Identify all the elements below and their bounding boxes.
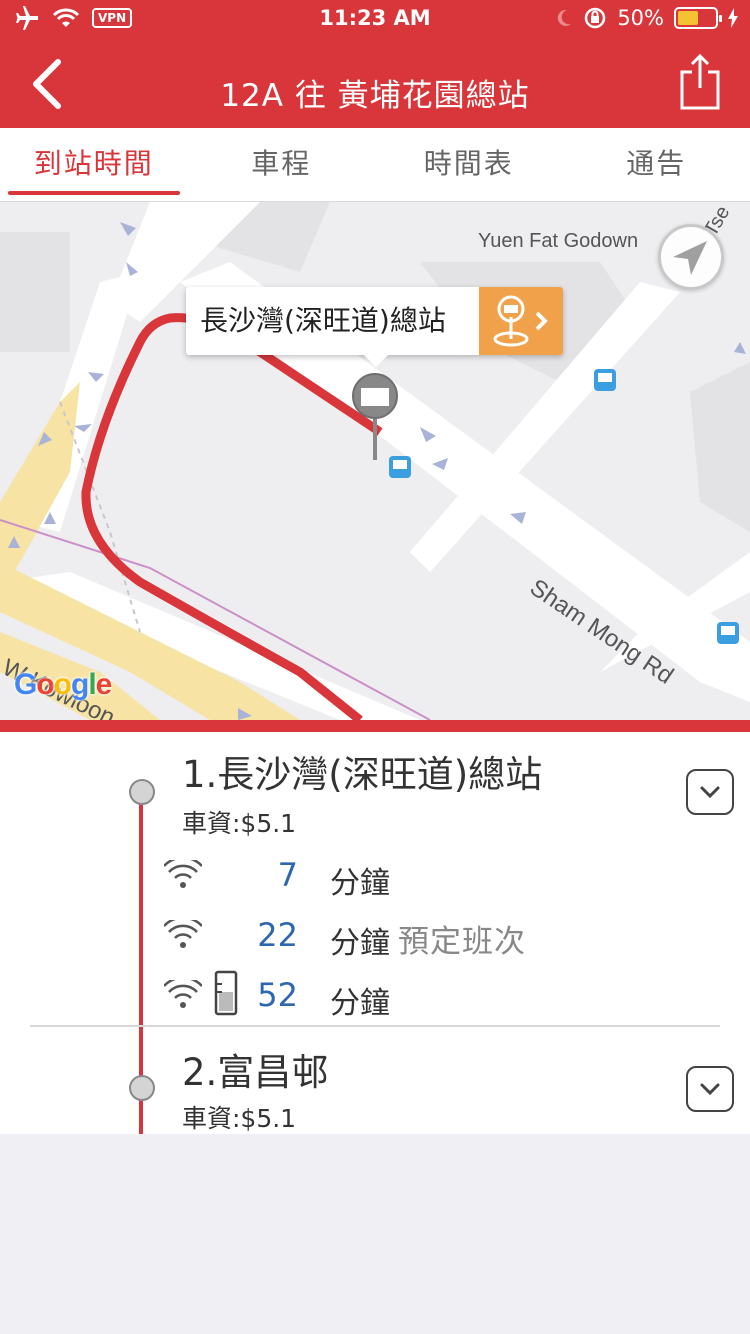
- battery-percent: 50%: [617, 6, 664, 30]
- stop-fare: 車資:$5.1: [182, 1104, 297, 1133]
- stop-marker: [129, 779, 155, 805]
- google-logo: Google: [14, 668, 112, 701]
- status-bar: VPN 11:23 AM 50%: [0, 0, 750, 40]
- compass-arrow-icon: [673, 241, 707, 275]
- moon-icon: [558, 9, 572, 26]
- map-divider: [0, 720, 750, 732]
- route-map[interactable]: Yuen Fat Godown Tse Sham Mong Rd W Kowlo…: [0, 202, 750, 720]
- expand-stop-button[interactable]: [686, 1066, 734, 1112]
- tab-bar: 到站時間 車程 時間表 通告: [0, 128, 750, 202]
- chevron-down-icon: [700, 786, 720, 799]
- eta-row: 22 分鐘 預定班次: [164, 916, 724, 961]
- stop-callout[interactable]: 長沙灣(深旺道)總站: [186, 287, 563, 367]
- battery-icon: [674, 7, 722, 29]
- eta-minutes: 52: [257, 976, 298, 1014]
- nav-bar: 12A 往 黃埔花園總站: [0, 40, 750, 128]
- stop-name[interactable]: 1.長沙灣(深旺道)總站: [182, 744, 542, 798]
- rotation-lock-icon: [585, 7, 606, 29]
- stop-name[interactable]: 2.富昌邨: [182, 1042, 328, 1096]
- eta-row: 52 分鐘: [164, 970, 724, 1021]
- eta-unit: 分鐘: [330, 866, 390, 901]
- tab-notices[interactable]: 通告: [563, 128, 750, 201]
- eta-row: 7 分鐘: [164, 856, 724, 901]
- page-title: 12A 往 黃埔花園總站: [220, 78, 530, 114]
- bus-stop-icon: [717, 622, 739, 644]
- callout-navigate-button[interactable]: [479, 287, 563, 355]
- stop-marker: [129, 1075, 155, 1101]
- stop-separator: [30, 1025, 720, 1027]
- eta-unit: 分鐘: [330, 986, 390, 1021]
- eta-note: 預定班次: [398, 924, 526, 960]
- tab-timetable[interactable]: 時間表: [375, 128, 563, 201]
- bus-stop-icon: [594, 369, 616, 391]
- eta-minutes: 7: [277, 856, 298, 894]
- share-button[interactable]: [680, 54, 720, 110]
- stop-location-icon: [493, 295, 548, 347]
- callout-stop-name: 長沙灣(深旺道)總站: [200, 304, 446, 337]
- status-right: 50%: [555, 6, 738, 30]
- stop-fare: 車資:$5.1: [182, 809, 297, 838]
- tab-journey[interactable]: 車程: [188, 128, 376, 201]
- compass-button[interactable]: [658, 224, 724, 290]
- charging-icon: [728, 8, 738, 28]
- bus-stop-icon: [389, 456, 411, 478]
- map-label-godown: Yuen Fat Godown: [478, 230, 639, 252]
- stop-list[interactable]: 1.長沙灣(深旺道)總站 車資:$5.1 7 分鐘 22 分鐘 預定班次 52 …: [0, 732, 750, 1134]
- eta-unit: 分鐘: [330, 926, 390, 961]
- eta-minutes: 22: [257, 916, 298, 954]
- tab-arrival-time[interactable]: 到站時間: [0, 128, 188, 201]
- top-bar: VPN 11:23 AM 50% 12A 往 黃埔花園總站: [0, 0, 750, 128]
- chevron-down-icon: [700, 1083, 720, 1096]
- expand-stop-button[interactable]: [686, 769, 734, 815]
